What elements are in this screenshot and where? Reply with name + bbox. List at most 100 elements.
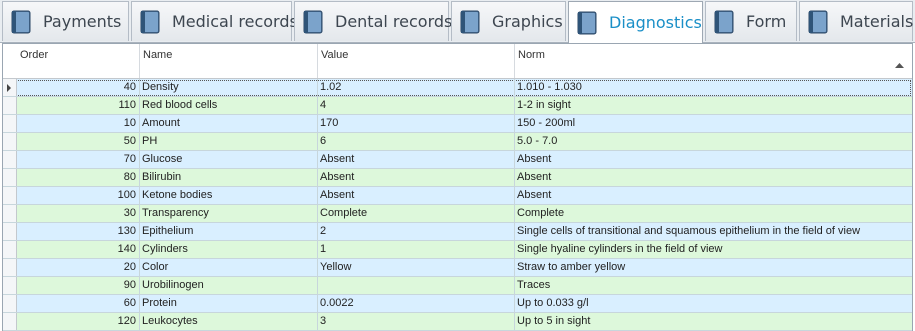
- table-row[interactable]: 100 Ketone bodies Absent Absent: [3, 187, 912, 205]
- name-cell: Epithelium: [140, 223, 318, 240]
- value-cell: 4: [318, 97, 515, 114]
- tab-bar: Payments Medical records Dental records …: [0, 0, 915, 43]
- name-cell: Cylinders: [140, 241, 318, 258]
- column-header-name[interactable]: Name: [140, 44, 318, 78]
- name-cell: Density: [140, 79, 318, 96]
- order-cell: 20: [17, 259, 140, 276]
- name-cell: Urobilinogen: [140, 277, 318, 294]
- column-header-value[interactable]: Value: [318, 44, 515, 78]
- value-cell: Absent: [318, 151, 515, 168]
- tab-label: Materials: [840, 12, 914, 31]
- order-cell: 50: [17, 133, 140, 150]
- name-cell: Transparency: [140, 205, 318, 222]
- row-indicator-cell: [3, 115, 17, 132]
- row-indicator-cell: [3, 295, 17, 312]
- table-row[interactable]: 60 Protein 0.0022 Up to 0.033 g/l: [3, 295, 912, 313]
- table-row[interactable]: 30 Transparency Complete Complete: [3, 205, 912, 223]
- row-indicator-cell: [3, 187, 17, 204]
- tab-label: Graphics: [492, 12, 563, 31]
- column-header-order[interactable]: Order: [17, 44, 140, 78]
- tab-dental-records[interactable]: Dental records: [294, 1, 453, 41]
- norm-cell: Absent: [517, 171, 552, 183]
- tab-medical-records[interactable]: Medical records: [131, 1, 298, 41]
- row-indicator-cell: [3, 169, 17, 186]
- table-row[interactable]: 40 Density 1.02 1.010 - 1.030: [3, 79, 912, 97]
- grid-rows: 40 Density 1.02 1.010 - 1.030 110 Red bl…: [3, 79, 912, 331]
- table-row[interactable]: 10 Amount 170 150 - 200ml: [3, 115, 912, 133]
- order-cell: 80: [17, 169, 140, 186]
- diagnostics-grid: Order Name Value Norm 40 Density 1.02 1.…: [2, 43, 913, 331]
- order-cell: 110: [17, 97, 140, 114]
- table-row[interactable]: 20 Color Yellow Straw to amber yellow: [3, 259, 912, 277]
- table-row[interactable]: 90 Urobilinogen Traces: [3, 277, 912, 295]
- table-row[interactable]: 120 Leukocytes 3 Up to 5 in sight: [3, 313, 912, 331]
- norm-cell: Straw to amber yellow: [517, 261, 626, 273]
- column-header-norm[interactable]: Norm: [515, 44, 912, 78]
- book-icon: [140, 10, 160, 34]
- name-cell: Protein: [140, 295, 318, 312]
- order-cell: 140: [17, 241, 140, 258]
- value-cell: 1: [318, 241, 515, 258]
- value-cell: 2: [318, 223, 515, 240]
- table-row[interactable]: 50 PH 6 5.0 - 7.0: [3, 133, 912, 151]
- tab-label: Dental records: [335, 12, 453, 31]
- row-indicator-cell: [3, 151, 17, 168]
- row-indicator-cell: [3, 133, 17, 150]
- name-cell: PH: [140, 133, 318, 150]
- value-cell: 6: [318, 133, 515, 150]
- order-cell: 30: [17, 205, 140, 222]
- value-cell: 0.0022: [318, 295, 515, 312]
- norm-cell: Up to 0.033 g/l: [517, 297, 589, 309]
- norm-cell: 1.010 - 1.030: [517, 81, 582, 93]
- tab-label: Diagnostics: [609, 13, 702, 32]
- sort-ascending-icon: [895, 59, 904, 71]
- row-indicator-cell: [3, 223, 17, 240]
- table-row[interactable]: 140 Cylinders 1 Single hyaline cylinders…: [3, 241, 912, 259]
- tab-diagnostics[interactable]: Diagnostics: [568, 1, 703, 43]
- norm-cell: Absent: [517, 189, 552, 201]
- name-cell: Color: [140, 259, 318, 276]
- name-cell: Amount: [140, 115, 318, 132]
- order-cell: 120: [17, 313, 140, 330]
- current-row-arrow-icon: [7, 84, 11, 92]
- row-indicator-cell: [3, 241, 17, 258]
- book-icon: [577, 11, 597, 35]
- row-indicator-cell: [3, 205, 17, 222]
- tab-payments[interactable]: Payments: [2, 1, 129, 41]
- norm-cell: Single cells of transitional and squamou…: [517, 225, 861, 237]
- table-row[interactable]: 130 Epithelium 2 Single cells of transit…: [3, 223, 912, 241]
- norm-cell: Traces: [517, 279, 551, 291]
- table-row[interactable]: 110 Red blood cells 4 1-2 in sight: [3, 97, 912, 115]
- book-icon: [460, 10, 480, 34]
- order-cell: 70: [17, 151, 140, 168]
- book-icon: [714, 10, 734, 34]
- value-cell: 170: [318, 115, 515, 132]
- tab-label: Form: [746, 12, 787, 31]
- grid-header: Order Name Value Norm: [3, 44, 912, 79]
- norm-cell: Up to 5 in sight: [517, 315, 591, 327]
- book-icon: [303, 10, 323, 34]
- norm-cell: Absent: [517, 153, 552, 165]
- value-cell: Absent: [318, 169, 515, 186]
- value-cell: Yellow: [318, 259, 515, 276]
- tab-graphics[interactable]: Graphics: [451, 1, 566, 41]
- table-row[interactable]: 70 Glucose Absent Absent: [3, 151, 912, 169]
- column-header-label: Norm: [518, 49, 545, 61]
- norm-cell: Complete: [517, 207, 565, 219]
- tab-form[interactable]: Form: [705, 1, 797, 41]
- row-indicator-cell: [3, 313, 17, 330]
- tab-label: Medical records: [172, 12, 298, 31]
- tab-materials[interactable]: Materials: [799, 1, 913, 41]
- tab-label: Payments: [43, 12, 122, 31]
- value-cell: Complete: [318, 205, 515, 222]
- book-icon: [808, 10, 828, 34]
- norm-cell: 5.0 - 7.0: [517, 135, 558, 147]
- book-icon: [11, 10, 31, 34]
- order-cell: 130: [17, 223, 140, 240]
- norm-cell: 150 - 200ml: [517, 117, 576, 129]
- name-cell: Leukocytes: [140, 313, 318, 330]
- table-row[interactable]: 80 Bilirubin Absent Absent: [3, 169, 912, 187]
- row-indicator-cell: [3, 97, 17, 114]
- name-cell: Glucose: [140, 151, 318, 168]
- name-cell: Red blood cells: [140, 97, 318, 114]
